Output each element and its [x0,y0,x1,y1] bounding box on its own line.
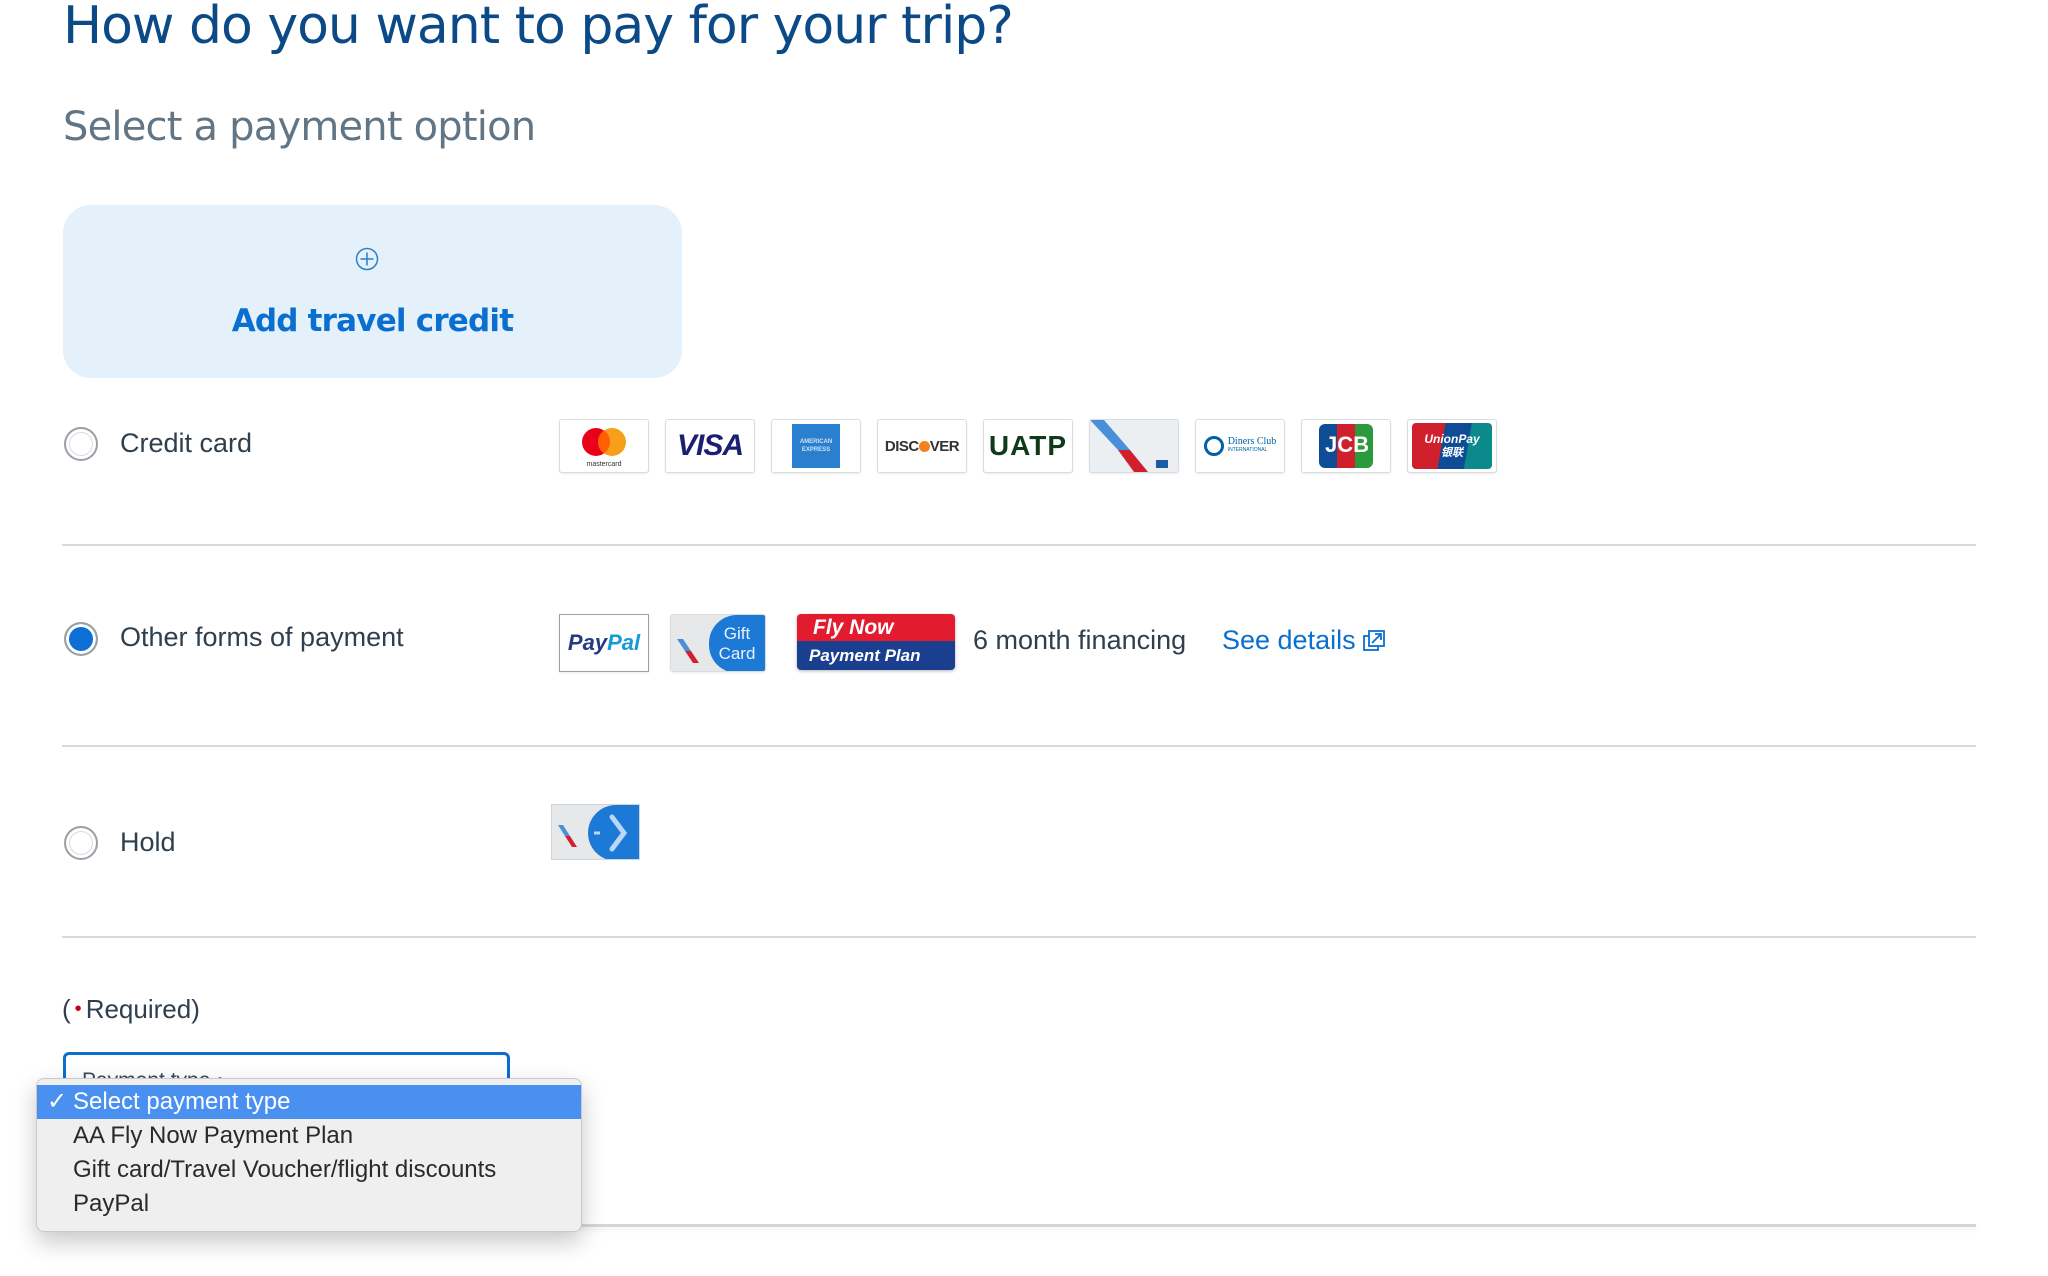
gift-card-text-b: Card [718,644,756,663]
uatp-logo: UATP [983,419,1073,473]
hold-clock-icon [551,804,640,860]
amex-logo: AMERICAN EXPRESS [771,419,861,473]
required-open: ( [62,994,71,1024]
divider [62,544,1976,546]
dropdown-option-label: Select payment type [73,1088,291,1115]
mastercard-logo: mastercard [559,419,649,473]
radio-other-forms-of-payment[interactable] [64,622,98,656]
jcb-text: JCB [1324,432,1369,457]
amex-text-top: AMERICAN [799,439,833,445]
diners-text-a: Diners Club [1227,436,1277,447]
section-subtitle: Select a payment option [63,104,536,150]
discover-text-a: DISC [884,437,919,455]
add-travel-credit-button[interactable]: Add travel credit [63,205,682,378]
required-note: (• Required) [62,994,200,1025]
required-text: Required) [85,994,200,1024]
external-link-icon [1362,629,1385,651]
gift-card-logo: Gift Card [670,614,766,672]
radio-label-hold: Hold [120,827,176,857]
see-details-link[interactable]: See details [1222,625,1386,656]
checkmark-icon: ✓ [47,1088,68,1115]
discover-text-b: VER [929,437,960,455]
jcb-logo: JCB [1301,419,1391,473]
plus-circle-icon [355,247,379,271]
diners-club-logo: Diners Club INTERNATIONAL [1195,419,1285,473]
visa-logo: VISA [665,419,755,473]
dropdown-option-label: AA Fly Now Payment Plan [73,1122,354,1149]
payment-type-dropdown[interactable]: ✓ Select payment type AA Fly Now Payment… [36,1078,582,1232]
paypal-text-a: Pay [567,630,608,655]
unionpay-logo: UnionPay 银联 [1407,419,1497,473]
page-title: How do you want to pay for your trip? [63,0,1014,56]
dropdown-option-label: PayPal [73,1190,150,1217]
gift-card-text-a: Gift [723,624,751,643]
divider [62,936,1976,938]
fly-now-text-b: Payment Plan [797,641,955,670]
financing-text: 6 month financing [973,625,1187,655]
required-dot: • [74,998,82,1020]
unionpay-text-a: UnionPay [1424,432,1480,446]
radio-label-other-forms: Other forms of payment [120,622,404,652]
amex-text-bottom: EXPRESS [801,447,831,453]
dropdown-option-select-payment-type[interactable]: ✓ Select payment type [37,1085,581,1119]
unionpay-text-b: 银联 [1441,447,1463,459]
add-travel-credit-label: Add travel credit [231,303,514,339]
paypal-logo: PayPal [559,614,649,672]
radio-hold[interactable] [64,826,98,860]
dropdown-option-label: Gift card/Travel Voucher/flight discount… [73,1156,497,1183]
paypal-text-b: Pal [607,630,641,655]
dropdown-option-gift-card[interactable]: Gift card/Travel Voucher/flight discount… [37,1153,581,1187]
diners-text-b: INTERNATIONAL [1227,447,1268,453]
fly-now-text-a: Fly Now [797,614,955,641]
radio-credit-card[interactable] [64,427,98,461]
dropdown-option-paypal[interactable]: PayPal [37,1187,581,1221]
aadvantage-card-logo [1089,419,1179,473]
divider [62,745,1976,747]
fly-now-payment-plan-logo: Fly Now Payment Plan [797,614,955,670]
dropdown-option-fly-now[interactable]: AA Fly Now Payment Plan [37,1119,581,1153]
see-details-label: See details [1222,625,1356,655]
uatp-text: UATP [988,430,1068,461]
visa-text: VISA [676,429,744,462]
radio-label-credit-card: Credit card [120,428,253,458]
mastercard-text: mastercard [586,461,621,468]
discover-logo: DISC VER [877,419,967,473]
